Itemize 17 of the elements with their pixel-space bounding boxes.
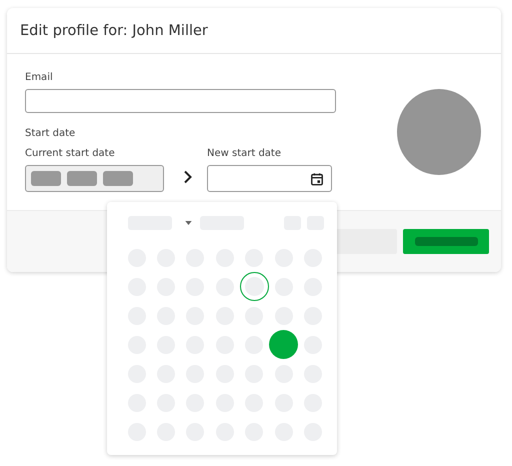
dialog-title: Edit profile for: John Miller <box>20 22 208 38</box>
chevron-right-icon <box>183 170 193 184</box>
calendar-icon[interactable] <box>310 172 324 186</box>
placeholder-chip <box>103 171 133 186</box>
field-label: Email <box>25 71 54 85</box>
field-label: New start date <box>207 147 282 161</box>
placeholder-chip <box>67 171 97 186</box>
field-label: Current start date <box>25 147 116 161</box>
calendar-day[interactable] <box>269 330 298 359</box>
section-label: Start date <box>25 127 76 141</box>
caret-icon[interactable] <box>185 220 192 224</box>
placeholder-bar <box>414 237 478 246</box>
date-field[interactable] <box>207 165 332 192</box>
placeholder-chip <box>31 171 61 186</box>
calendar-day[interactable] <box>240 272 269 301</box>
email-field[interactable] <box>25 89 336 113</box>
primary-button[interactable] <box>403 229 489 254</box>
